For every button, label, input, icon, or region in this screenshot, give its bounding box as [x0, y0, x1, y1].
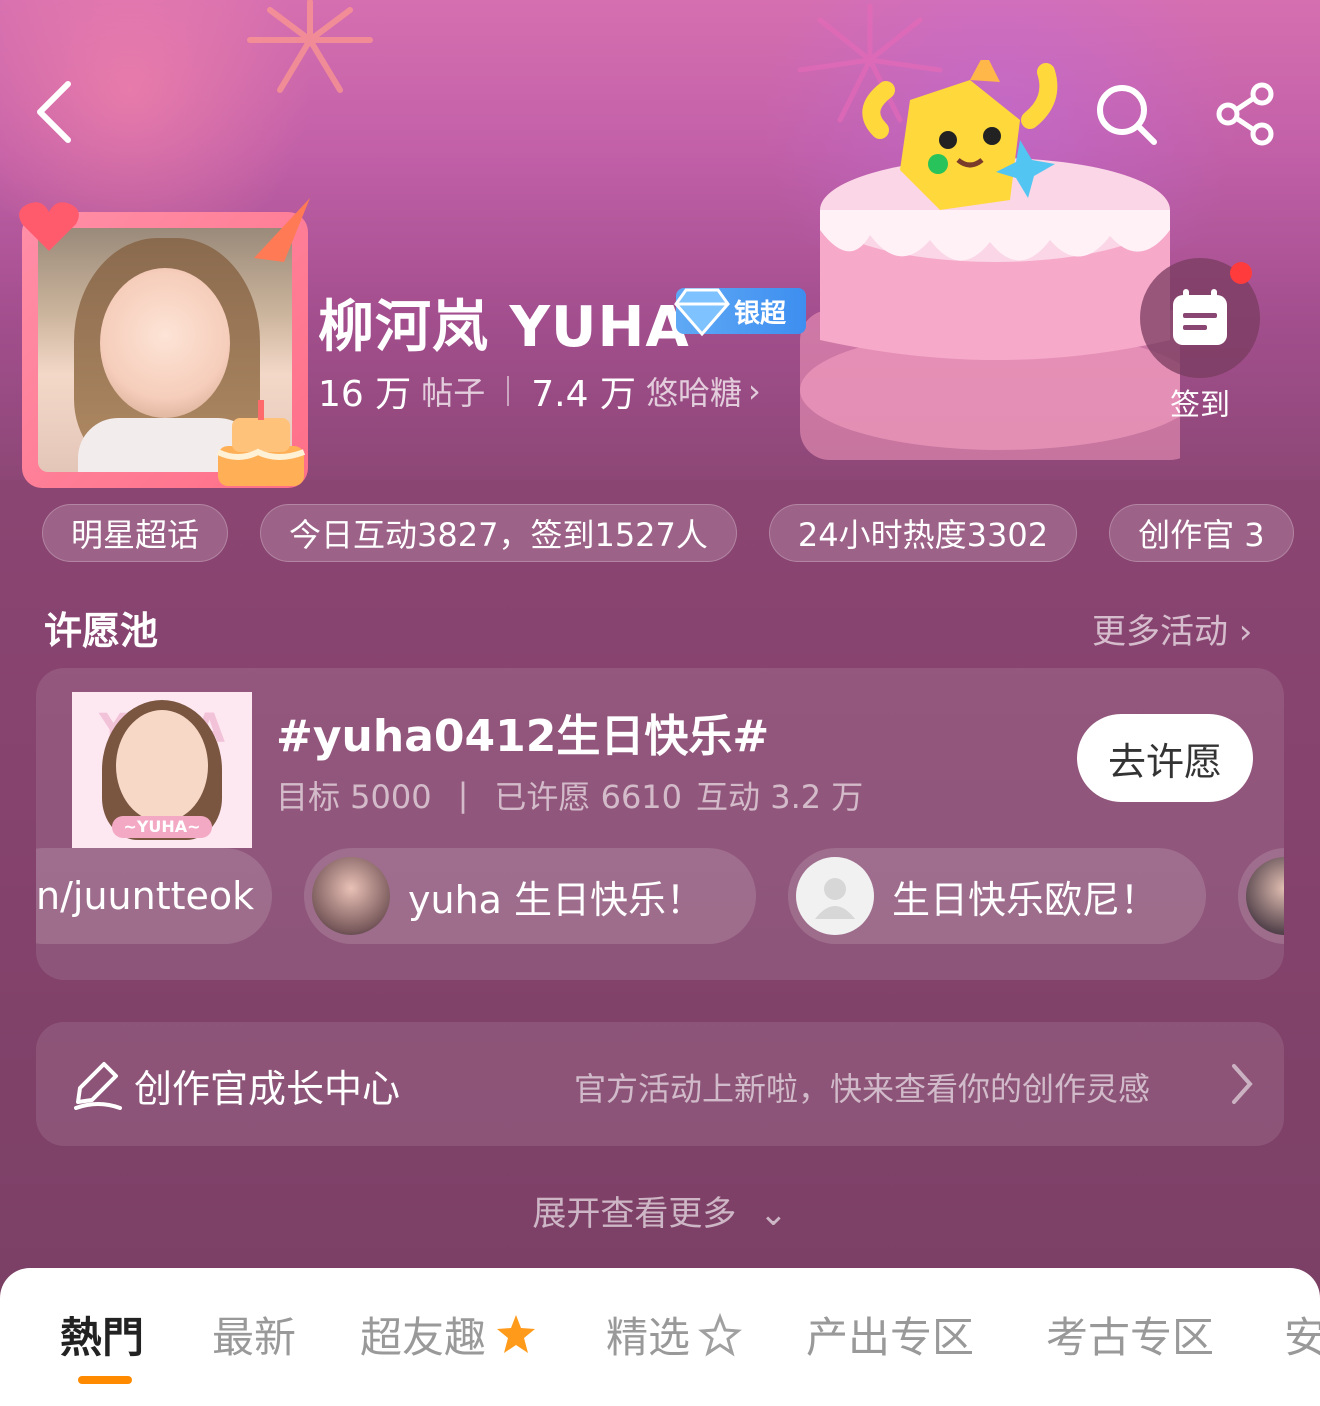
wish-meta: 目标 5000 | 已许愿 6610 互动 3.2 万 [276, 772, 863, 818]
tab-label: 考古专区 [1046, 1313, 1215, 1362]
cake-sticker [216, 400, 306, 486]
wish-bullet-text: 生日快乐欧尼！ [892, 877, 1159, 922]
wish-pool-title: 许愿池 [44, 609, 159, 653]
more-activities-link[interactable]: 更多活动 › [1092, 604, 1252, 653]
creator-center-card[interactable]: 创作官成长中心 官方活动上新啦，快来查看你的创作灵感 [36, 1022, 1284, 1146]
wish-bullet[interactable]: yuha 生日快乐！ [304, 848, 756, 944]
notification-dot [1230, 262, 1252, 284]
wish-thumbnail: YUHA ~YUHA~ [72, 692, 252, 848]
default-avatar-icon [796, 857, 874, 935]
wish-topic[interactable]: #yuha0412生日快乐# [276, 700, 769, 764]
party-hat-sticker [254, 198, 310, 262]
diamond-icon [674, 288, 730, 337]
fans-count[interactable]: 7.4 万 [531, 365, 636, 417]
share-icon[interactable] [1210, 78, 1282, 150]
tab-label: 超友趣 [360, 1313, 487, 1362]
wish-bullet[interactable] [1238, 848, 1284, 944]
profile-stats: 16 万 帖子 7.4 万 悠哈糖 › [318, 366, 761, 416]
tab-label: 熱門 [60, 1313, 145, 1362]
expand-label: 展开查看更多 [532, 1194, 737, 1234]
chevron-right-icon[interactable]: › [748, 372, 761, 410]
tab-output-zone[interactable]: 产出专区 [806, 1304, 974, 1365]
tier-badge-label: 银超 [734, 298, 787, 329]
tab-hot[interactable]: 熱門 [60, 1304, 144, 1365]
tag-chips: 明星超话 今日互动3827，签到1527人 24小时热度3302 创作官 3 [42, 504, 1320, 562]
posts-label: 帖子 [421, 374, 486, 412]
profile-name: 柳河岚 YUHA [318, 295, 690, 360]
wish-interactions: 互动 3.2 万 [696, 778, 864, 816]
firework-decoration [247, 0, 373, 93]
tab-more[interactable]: 安 [1284, 1304, 1320, 1365]
search-icon[interactable] [1090, 78, 1162, 150]
tab-label: 安 [1284, 1313, 1320, 1362]
wish-count: 已许愿 6610 [494, 778, 683, 816]
calendar-icon [1173, 289, 1227, 345]
chip-daily-interaction[interactable]: 今日互动3827，签到1527人 [260, 504, 737, 562]
avatar [1246, 857, 1284, 935]
checkin-label[interactable]: 签到 [1140, 380, 1260, 424]
avatar [312, 857, 390, 935]
chevron-right-icon [1232, 1064, 1253, 1104]
creator-center-title: 创作官成长中心 [134, 1067, 401, 1111]
pen-icon [74, 1062, 122, 1110]
star-icon [497, 1314, 536, 1353]
sparkle-icon [698, 1312, 742, 1357]
fans-label[interactable]: 悠哈糖 [646, 368, 742, 414]
stats-divider [507, 376, 510, 406]
wish-bullet-text: n/juuntteok [36, 874, 255, 918]
posts-count: 16 万 [318, 374, 412, 415]
active-tab-indicator [78, 1376, 132, 1384]
tab-featured[interactable]: 精选 [606, 1304, 742, 1365]
chevron-down-icon: ⌄ [759, 1194, 788, 1234]
wish-bullet[interactable]: 生日快乐欧尼！ [788, 848, 1206, 944]
tab-archive-zone[interactable]: 考古专区 [1046, 1304, 1214, 1365]
tier-badge[interactable]: 银超 [674, 288, 806, 337]
tab-bar: 熱門 最新 超友趣 精选 产出专区 考古专区 安 [0, 1268, 1320, 1406]
creator-center-desc: 官方活动上新啦，快来查看你的创作灵感 [574, 1070, 1151, 1108]
wish-bullets: n/juuntteok yuha 生日快乐！ 生日快乐欧尼！ [36, 848, 1284, 944]
wish-pool-card[interactable]: YUHA ~YUHA~ #yuha0412生日快乐# 目标 5000 | 已许愿… [36, 668, 1284, 980]
chip-creator[interactable]: 创作官 3 [1109, 504, 1294, 562]
chip-heat[interactable]: 24小时热度3302 [768, 504, 1078, 562]
tab-super-fun[interactable]: 超友趣 [360, 1304, 538, 1365]
wish-bullet-text: yuha 生日快乐！ [408, 877, 705, 922]
tab-label: 产出专区 [806, 1313, 975, 1362]
back-icon[interactable] [22, 70, 86, 154]
meta-divider: | [457, 776, 469, 814]
thumbnail-label: ~YUHA~ [112, 816, 212, 838]
tab-label: 最新 [212, 1313, 297, 1362]
tab-latest[interactable]: 最新 [212, 1304, 296, 1365]
chip-star-topic[interactable]: 明星超话 [42, 504, 229, 562]
make-wish-button[interactable]: 去许愿 [1077, 714, 1253, 802]
expand-more-button[interactable]: 展开查看更多 ⌄ [0, 1186, 1320, 1235]
tab-label: 精选 [606, 1313, 691, 1362]
heart-sticker [19, 202, 79, 251]
wish-bullet[interactable]: n/juuntteok [36, 848, 272, 944]
wish-target: 目标 5000 [276, 778, 432, 816]
